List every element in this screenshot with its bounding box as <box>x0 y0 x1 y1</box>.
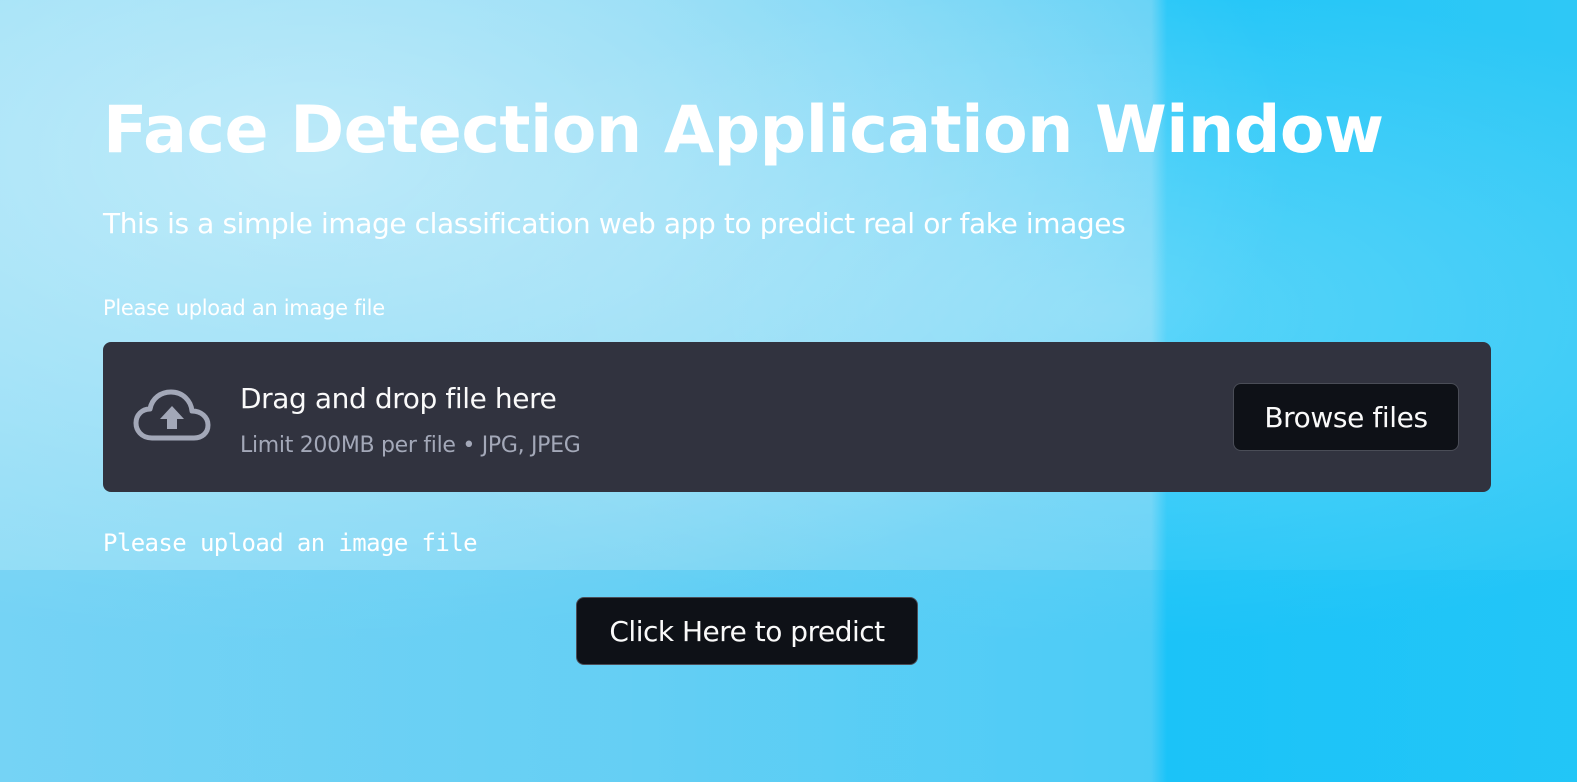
dropzone-instructions: Drag and drop file here <box>240 382 557 415</box>
predict-button[interactable]: Click Here to predict <box>576 597 918 665</box>
file-dropzone[interactable]: Drag and drop file here Limit 200MB per … <box>103 342 1491 492</box>
dropzone-limits: Limit 200MB per file • JPG, JPEG <box>240 433 581 458</box>
status-message: Please upload an image file <box>103 529 478 557</box>
browse-files-button[interactable]: Browse files <box>1233 383 1459 451</box>
cloud-upload-icon <box>133 388 211 446</box>
file-uploader-label: Please upload an image file <box>103 296 385 320</box>
page-subtitle: This is a simple image classification we… <box>103 207 1126 240</box>
page-title: Face Detection Application Window <box>103 93 1384 168</box>
